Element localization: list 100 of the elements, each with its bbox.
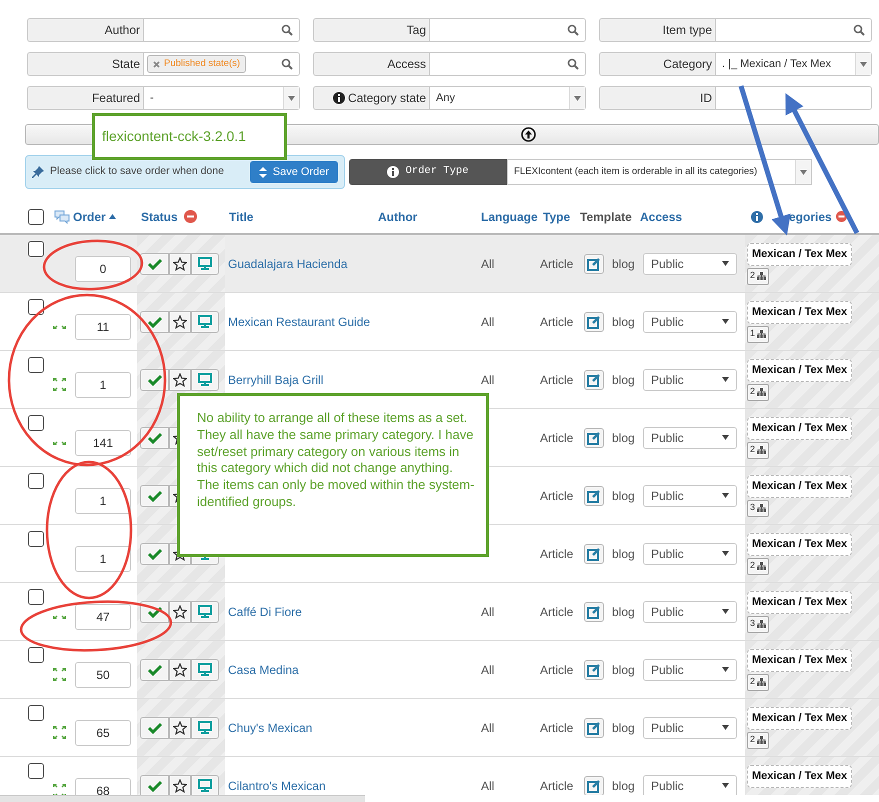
category-tag[interactable]: Mexican / Tex Mex	[747, 475, 852, 498]
row-checkbox[interactable]	[28, 415, 44, 431]
feature-button[interactable]	[169, 368, 191, 390]
category-count[interactable]: 2	[747, 558, 770, 574]
publish-button[interactable]	[140, 368, 169, 390]
publish-button[interactable]	[140, 310, 169, 332]
feature-button[interactable]	[169, 310, 191, 332]
row-checkbox[interactable]	[28, 705, 44, 721]
column-header[interactable]: Access	[640, 208, 682, 226]
category-tag[interactable]: Mexican / Tex Mex	[747, 301, 852, 324]
drag-handle-icon[interactable]	[53, 726, 66, 739]
publish-button[interactable]	[140, 658, 169, 680]
column-header[interactable]: Order	[73, 208, 106, 226]
category-count[interactable]: 2	[747, 732, 770, 748]
drag-handle-icon[interactable]	[53, 324, 66, 329]
row-checkbox[interactable]	[28, 299, 44, 315]
select-field[interactable]: . |_ Mexican / Tex Mex	[715, 52, 872, 76]
input-field[interactable]	[715, 86, 872, 110]
column-header[interactable]: Language	[481, 208, 538, 226]
feature-button[interactable]	[169, 252, 191, 274]
access-select[interactable]: Public	[643, 426, 737, 448]
publish-button[interactable]	[140, 542, 169, 564]
access-select[interactable]: Public	[643, 600, 737, 622]
category-count[interactable]: 1	[747, 326, 770, 342]
category-count[interactable]: 2	[747, 268, 770, 284]
publish-button[interactable]	[140, 252, 169, 274]
order-field[interactable]: 1	[75, 488, 131, 514]
title-link[interactable]: Guadalajara Hacienda	[225, 254, 348, 272]
row-checkbox[interactable]	[28, 763, 44, 779]
category-count[interactable]: 2	[747, 442, 770, 458]
category-tag[interactable]: Mexican / Tex Mex	[747, 417, 852, 440]
edit-template-button[interactable]	[584, 602, 604, 622]
order-field[interactable]: 141	[75, 430, 131, 456]
row-checkbox[interactable]	[28, 473, 44, 489]
edit-template-button[interactable]	[584, 428, 604, 448]
order-field[interactable]: 1	[75, 372, 131, 398]
column-header[interactable]: Status	[141, 208, 178, 226]
drag-handle-icon[interactable]	[53, 668, 66, 681]
search-field[interactable]	[429, 18, 586, 42]
category-tag[interactable]: Mexican / Tex Mex	[747, 649, 852, 672]
row-checkbox[interactable]	[28, 357, 44, 373]
category-count[interactable]: 3	[747, 616, 770, 632]
title-link[interactable]: Chuy's Mexican	[225, 718, 312, 736]
drag-handle-icon[interactable]	[53, 614, 66, 619]
row-checkbox[interactable]	[28, 531, 44, 547]
drag-handle-icon[interactable]	[53, 440, 66, 445]
title-link[interactable]: Casa Medina	[225, 660, 299, 678]
feature-button[interactable]	[169, 716, 191, 738]
order-field[interactable]: 65	[75, 720, 131, 746]
edit-template-button[interactable]	[584, 370, 604, 390]
category-tag[interactable]: Mexican / Tex Mex	[747, 533, 852, 556]
edit-template-button[interactable]	[584, 718, 604, 738]
select-field[interactable]: Any	[429, 86, 586, 110]
edit-template-button[interactable]	[584, 312, 604, 332]
title-link[interactable]: Caffé Di Fiore	[225, 602, 302, 620]
title-link[interactable]: Cilantro's Mexican	[225, 776, 326, 794]
access-select[interactable]: Public	[643, 542, 737, 564]
order-type-select[interactable]: FLEXIcontent (each item is orderable in all its categories)	[507, 159, 812, 185]
edit-template-button[interactable]	[584, 776, 604, 795]
access-select[interactable]: Public	[643, 310, 737, 332]
feature-button[interactable]	[169, 658, 191, 680]
title-link[interactable]: Berryhill Baja Grill	[225, 370, 324, 388]
order-field[interactable]: 50	[75, 662, 131, 688]
edit-template-button[interactable]	[584, 544, 604, 564]
title-link[interactable]: Mexican Restaurant Guide	[225, 312, 370, 330]
publish-button[interactable]	[140, 426, 169, 448]
order-field[interactable]: 0	[75, 256, 131, 282]
publish-button[interactable]	[140, 484, 169, 506]
row-checkbox[interactable]	[28, 589, 44, 605]
order-field[interactable]: 68	[75, 778, 131, 795]
edit-template-button[interactable]	[584, 486, 604, 506]
column-header[interactable]: Type	[543, 208, 570, 226]
row-checkbox[interactable]	[28, 647, 44, 663]
select-field[interactable]: -	[143, 86, 300, 110]
order-field[interactable]: 47	[75, 604, 131, 630]
column-header[interactable]: egories	[789, 208, 832, 226]
category-tag[interactable]: Mexican / Tex Mex	[747, 765, 852, 788]
access-select[interactable]: Public	[643, 774, 737, 795]
edit-template-button[interactable]	[584, 660, 604, 680]
column-header[interactable]: Title	[229, 208, 254, 226]
category-tag[interactable]: Mexican / Tex Mex	[747, 591, 852, 614]
column-header[interactable]: Author	[378, 208, 418, 226]
feature-button[interactable]	[169, 774, 191, 795]
row-checkbox[interactable]	[28, 241, 44, 257]
edit-template-button[interactable]	[584, 254, 604, 274]
feature-button[interactable]	[169, 600, 191, 622]
order-field[interactable]: 11	[75, 314, 131, 340]
category-tag[interactable]: Mexican / Tex Mex	[747, 243, 852, 266]
access-select[interactable]: Public	[643, 368, 737, 390]
search-field[interactable]	[429, 52, 586, 76]
category-count[interactable]: 2	[747, 674, 770, 690]
category-count[interactable]: 2	[747, 384, 770, 400]
access-select[interactable]: Public	[643, 658, 737, 680]
select-all-checkbox[interactable]	[28, 208, 44, 224]
save-order-button[interactable]: Save Order	[250, 161, 338, 183]
category-tag[interactable]: Mexican / Tex Mex	[747, 359, 852, 382]
order-field[interactable]: 1	[75, 546, 131, 572]
search-field[interactable]	[143, 18, 300, 42]
drag-handle-icon[interactable]	[53, 378, 66, 391]
publish-button[interactable]	[140, 716, 169, 738]
